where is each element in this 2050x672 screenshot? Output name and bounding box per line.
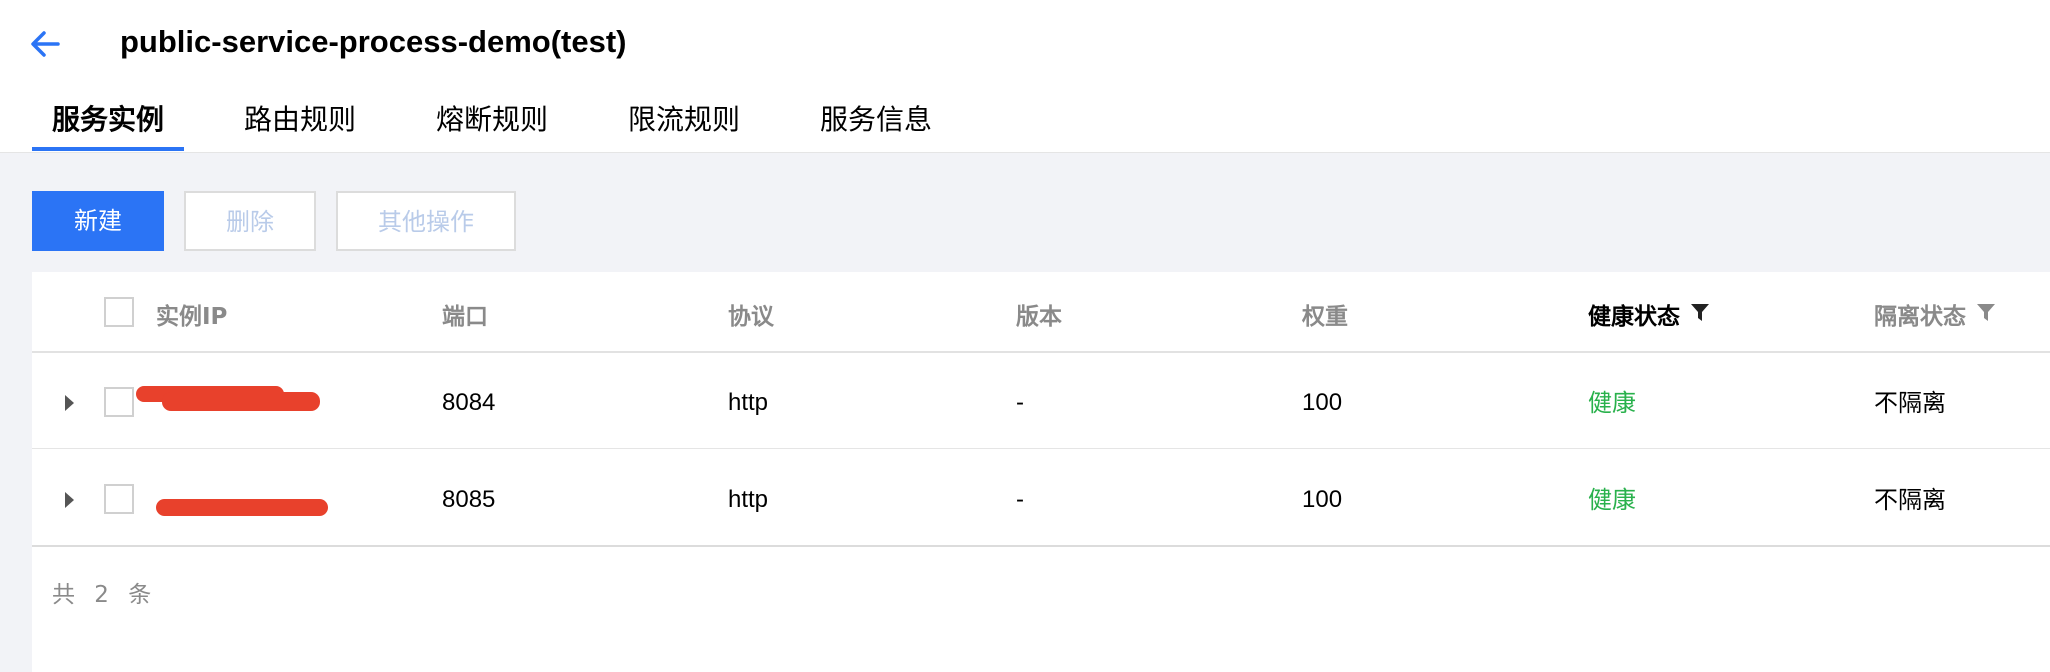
tab-routing-rules[interactable]: 路由规则 bbox=[244, 100, 356, 140]
more-actions-button[interactable]: 其他操作 bbox=[336, 191, 516, 251]
top-bar: public-service-process-demo(test) 服务实例 路… bbox=[0, 0, 2050, 153]
redaction-mark bbox=[156, 499, 328, 516]
new-button[interactable]: 新建 bbox=[32, 191, 164, 251]
expand-caret-icon[interactable] bbox=[65, 492, 74, 508]
filter-icon[interactable] bbox=[1690, 302, 1710, 324]
port-cell: 8084 bbox=[442, 389, 496, 416]
redaction-mark bbox=[162, 392, 320, 411]
weight-cell: 100 bbox=[1302, 389, 1343, 416]
column-header-isolation-label: 隔离状态 bbox=[1874, 304, 1966, 330]
protocol-cell: http bbox=[728, 389, 769, 416]
page-title: public-service-process-demo(test) bbox=[120, 24, 627, 59]
header-divider bbox=[32, 351, 2050, 353]
column-header-health: 健康状态 bbox=[1588, 300, 1710, 334]
tab-circuit-breaker-rules[interactable]: 熔断规则 bbox=[436, 100, 548, 140]
back-arrow-icon[interactable] bbox=[26, 24, 66, 64]
column-header-isolation: 隔离状态 bbox=[1874, 300, 1996, 334]
filter-icon[interactable] bbox=[1976, 302, 1996, 324]
column-header-health-label: 健康状态 bbox=[1588, 304, 1680, 330]
isolation-status-cell: 不隔离 bbox=[1874, 486, 1946, 514]
version-cell: - bbox=[1016, 389, 1024, 416]
expand-caret-icon[interactable] bbox=[65, 395, 74, 411]
row-checkbox[interactable] bbox=[104, 484, 134, 514]
tab-service-info[interactable]: 服务信息 bbox=[820, 100, 932, 140]
delete-button[interactable]: 删除 bbox=[184, 191, 316, 251]
weight-cell: 100 bbox=[1302, 486, 1343, 513]
row-checkbox[interactable] bbox=[104, 387, 134, 417]
tab-rate-limit-rules[interactable]: 限流规则 bbox=[628, 100, 740, 140]
total-count: 共 2 条 bbox=[52, 582, 158, 608]
row-divider bbox=[32, 545, 2050, 547]
column-header-version: 版本 bbox=[1016, 304, 1062, 330]
protocol-cell: http bbox=[728, 486, 769, 513]
row-divider bbox=[32, 448, 2050, 449]
version-cell: - bbox=[1016, 486, 1024, 513]
port-cell: 8085 bbox=[442, 486, 496, 513]
health-status-cell: 健康 bbox=[1588, 389, 1636, 417]
active-tab-indicator bbox=[32, 147, 184, 151]
instances-table: 实例IP 端口 协议 版本 权重 健康状态 隔离状态 8084 http - 1… bbox=[32, 272, 2050, 672]
column-header-ip: 实例IP bbox=[156, 304, 228, 330]
column-header-port: 端口 bbox=[442, 304, 488, 330]
tab-service-instances[interactable]: 服务实例 bbox=[52, 100, 164, 140]
select-all-checkbox[interactable] bbox=[104, 297, 134, 327]
isolation-status-cell: 不隔离 bbox=[1874, 389, 1946, 417]
health-status-cell: 健康 bbox=[1588, 486, 1636, 514]
column-header-protocol: 协议 bbox=[728, 304, 774, 330]
column-header-weight: 权重 bbox=[1302, 304, 1348, 330]
